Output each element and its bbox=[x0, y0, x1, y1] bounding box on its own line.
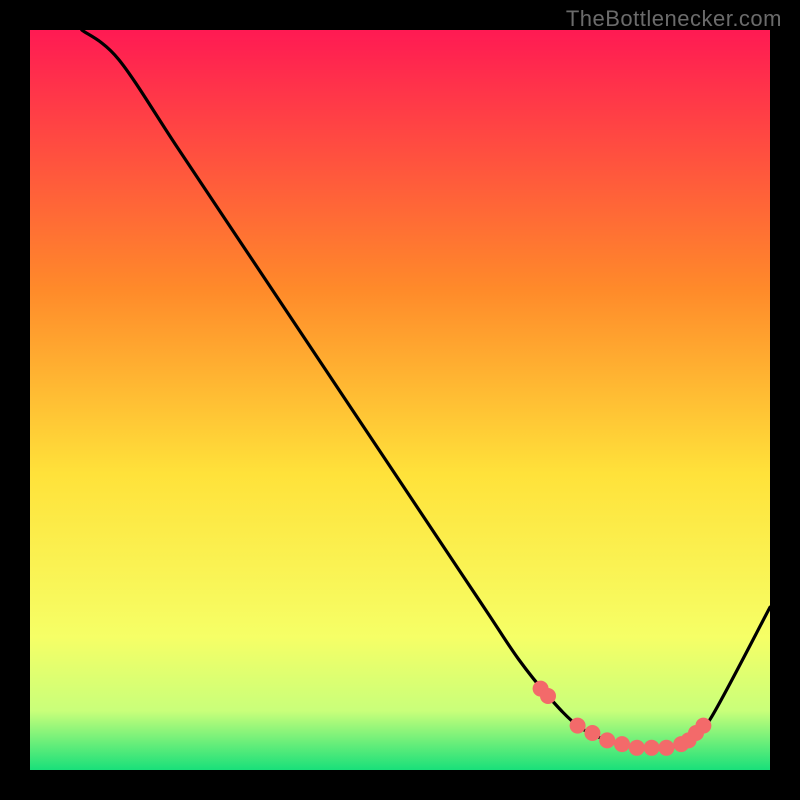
highlight-dot bbox=[570, 718, 586, 734]
watermark-text: TheBottlenecker.com bbox=[566, 6, 782, 32]
chart-frame: TheBottlenecker.com bbox=[0, 0, 800, 800]
highlight-dot bbox=[540, 688, 556, 704]
highlight-dot bbox=[614, 736, 630, 752]
highlight-dot bbox=[629, 740, 645, 756]
plot-area bbox=[30, 30, 770, 770]
highlight-dot bbox=[599, 732, 615, 748]
gradient-background bbox=[30, 30, 770, 770]
highlight-dot bbox=[644, 740, 660, 756]
highlight-dot bbox=[695, 718, 711, 734]
bottleneck-chart bbox=[30, 30, 770, 770]
highlight-dot bbox=[584, 725, 600, 741]
highlight-dot bbox=[658, 740, 674, 756]
